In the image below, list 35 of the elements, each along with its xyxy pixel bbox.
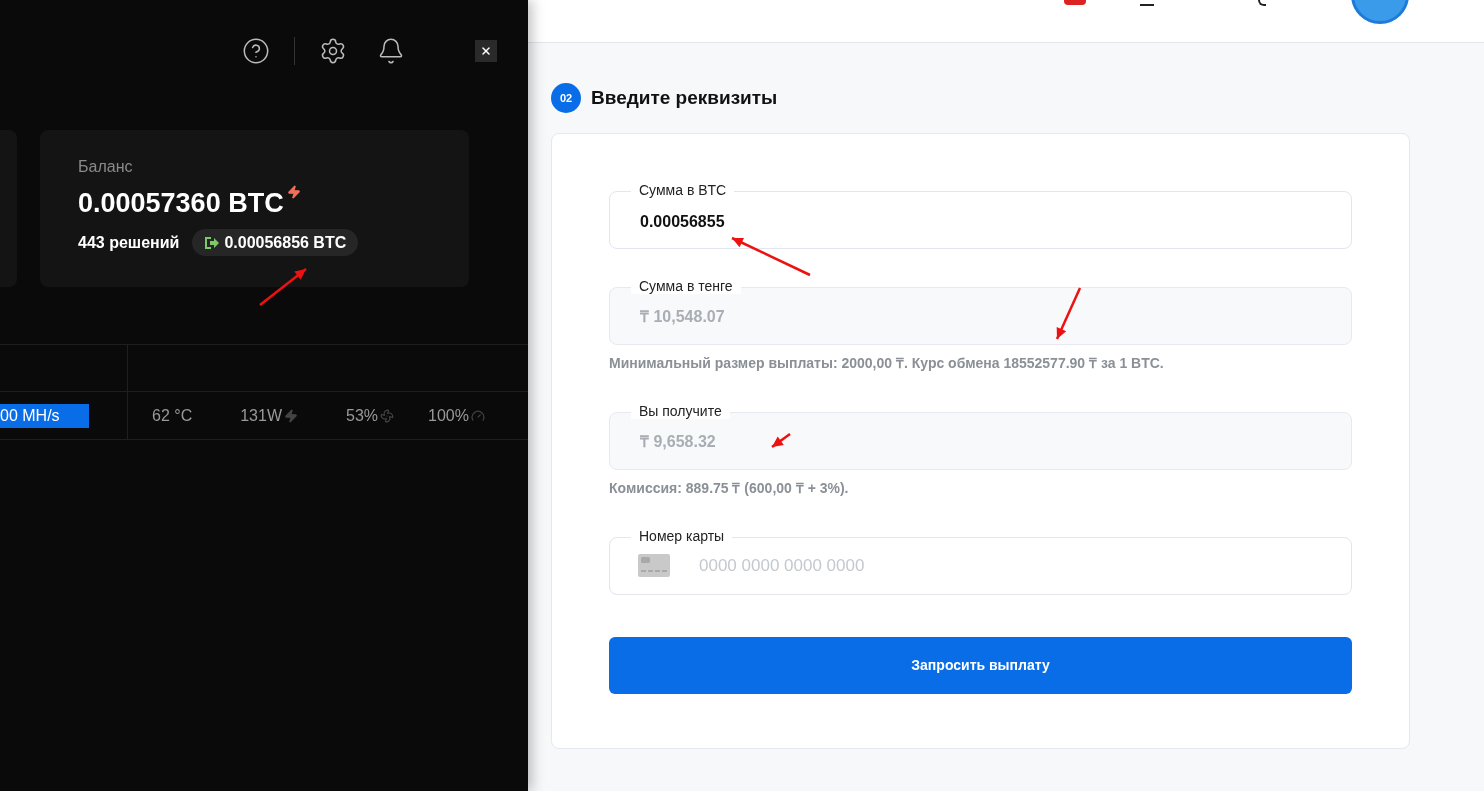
credit-card-icon [638, 554, 670, 577]
field-hint: Минимальный размер выплаты: 2000,00 ₸. Курс обмена 18552577.90 ₸ за 1 BTC. [609, 354, 1165, 373]
balance-value: 0.00057360 BTC [78, 187, 284, 219]
exit-arrow-icon [204, 235, 220, 250]
submit-button[interactable]: Запросить выплату [609, 637, 1352, 694]
field-hint: Комиссия: 889.75 ₸ (600,00 ₸ + 3%). [609, 479, 850, 498]
lightning-icon [286, 185, 301, 199]
field-label: Сумма в тенге [631, 278, 741, 294]
help-icon [242, 37, 270, 65]
gauge-icon [470, 408, 485, 423]
step-title: Введите реквизиты [591, 85, 778, 110]
help-button[interactable] [242, 37, 270, 65]
fan-icon [380, 408, 395, 423]
step-badge: 02 [551, 83, 581, 113]
load-value: 100% [428, 405, 469, 426]
field-label: Сумма в BTC [631, 182, 735, 198]
settings-button[interactable] [319, 37, 347, 65]
notifications-button[interactable] [377, 37, 405, 65]
field-label: Номер карты [631, 528, 733, 544]
hashrate-bar: 00 MH/s [0, 403, 89, 428]
power-value: 131W [240, 405, 282, 426]
close-icon [480, 45, 492, 57]
close-button[interactable] [475, 40, 497, 62]
annotation-arrow [259, 268, 307, 306]
field-label: Вы получите [631, 403, 730, 419]
lightning-icon [284, 408, 298, 423]
solutions-count: 443 решений [78, 232, 180, 253]
temperature-value: 62 °C [152, 405, 193, 426]
annotation-arrow [1055, 287, 1082, 340]
settings-icon [319, 37, 347, 65]
payout-amount: 0.00056856 BTC [224, 232, 347, 253]
annotation-arrow [771, 433, 791, 448]
fan-value: 53% [346, 405, 379, 426]
balance-label: Баланс [78, 157, 134, 177]
bell-icon [377, 37, 405, 65]
